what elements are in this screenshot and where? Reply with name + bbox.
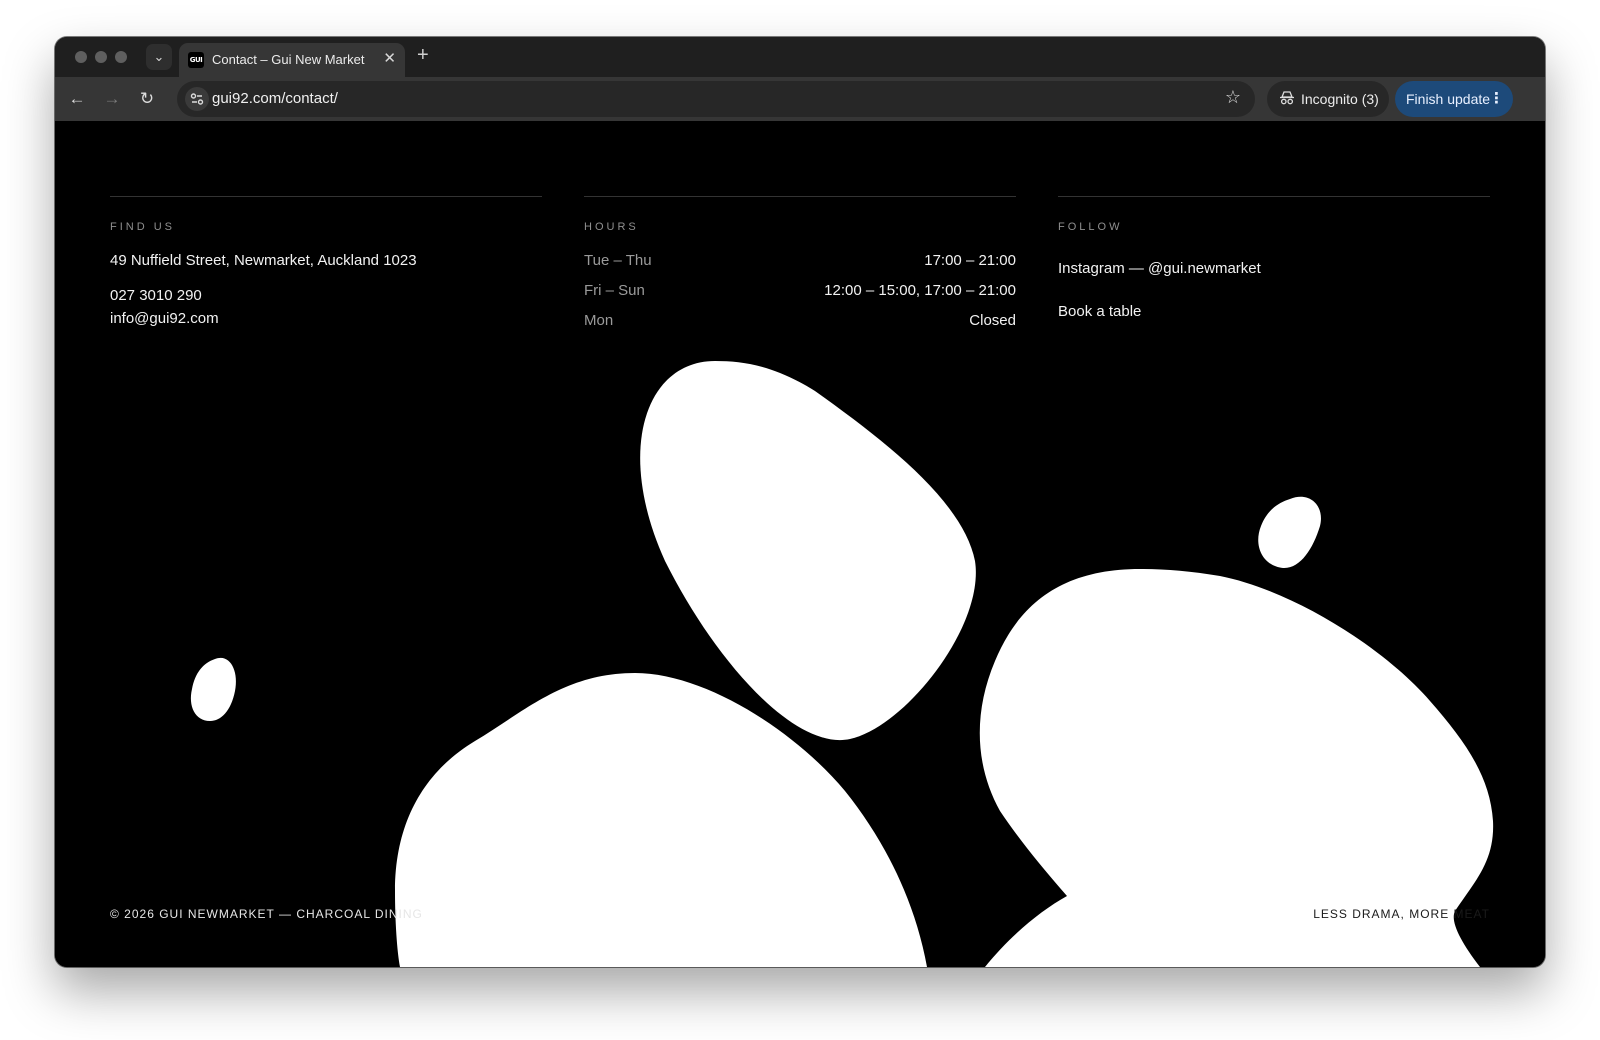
more-vertical-icon: ⋮ (1489, 90, 1504, 107)
new-tab-button[interactable]: + (417, 44, 429, 67)
blob-small-left (190, 657, 236, 721)
reload-button[interactable]: ↻ (134, 86, 160, 112)
forward-button[interactable]: → (99, 86, 125, 112)
arrow-right-icon: → (103, 89, 121, 108)
tab-active[interactable]: GUI Contact – Gui New Market ✕ (179, 43, 405, 77)
find-us-section: FIND US 49 Nuffield Street, Newmarket, A… (110, 196, 542, 327)
hours-heading: HOURS (584, 221, 639, 233)
reload-icon: ↻ (139, 89, 155, 108)
blob-small-right (1258, 496, 1321, 569)
page-content: FIND US 49 Nuffield Street, Newmarket, A… (55, 121, 1545, 967)
tune-icon (190, 93, 204, 105)
site-settings-button[interactable] (185, 87, 209, 111)
incognito-button[interactable]: Incognito (3) (1267, 81, 1389, 117)
decorative-blobs (190, 361, 1494, 967)
maximize-window-button[interactable] (115, 51, 127, 63)
tab-search-button[interactable]: ⌄ (146, 44, 172, 70)
hours-time: 17:00 – 21:00 (924, 252, 1016, 269)
email-link[interactable]: info@gui92.com (110, 310, 219, 327)
toolbar: ← → ↻ gui92.com/contact/ ☆ Incognito (3)… (55, 77, 1545, 121)
finish-update-label: Finish update (1406, 91, 1491, 107)
url-text[interactable]: gui92.com/contact/ (212, 90, 338, 107)
footer-tagline: LESS DRAMA, MORE MEAT (1313, 907, 1490, 921)
browser-window: ⌄ GUI Contact – Gui New Market ✕ + ← → ↻ (55, 37, 1545, 967)
chevron-down-icon: ⌄ (153, 49, 165, 64)
book-table-link[interactable]: Book a table (1058, 303, 1141, 320)
follow-heading: FOLLOW (1058, 221, 1123, 233)
incognito-icon (1280, 91, 1294, 105)
hours-day: Fri – Sun (584, 282, 645, 299)
tab-bar: ⌄ GUI Contact – Gui New Market ✕ + (55, 37, 1545, 77)
footer-copyright: © 2026 GUI NEWMARKET — CHARCOAL DINING (110, 907, 423, 921)
back-button[interactable]: ← (64, 86, 90, 112)
hours-time: 12:00 – 15:00, 17:00 – 21:00 (824, 282, 1016, 299)
arrow-left-icon: ← (68, 89, 86, 108)
instagram-link[interactable]: Instagram — @gui.newmarket (1058, 260, 1261, 277)
find-us-heading: FIND US (110, 221, 175, 233)
address-text: 49 Nuffield Street, Newmarket, Auckland … (110, 252, 417, 269)
tab-title: Contact – Gui New Market (212, 52, 365, 67)
incognito-label: Incognito (3) (1301, 91, 1379, 107)
finish-update-button[interactable]: Finish update ⋮ (1395, 81, 1513, 117)
close-icon[interactable]: ✕ (383, 49, 396, 67)
minimize-window-button[interactable] (95, 51, 107, 63)
hours-day: Tue – Thu (584, 252, 652, 269)
phone-link[interactable]: 027 3010 290 (110, 287, 202, 304)
address-bar[interactable]: gui92.com/contact/ ☆ (177, 81, 1255, 117)
favicon-icon: GUI (188, 52, 204, 68)
hours-section: HOURS Tue – Thu 17:00 – 21:00 Fri – Sun … (584, 196, 1016, 329)
hours-day: Mon (584, 312, 614, 329)
bookmark-star-icon[interactable]: ☆ (1225, 87, 1241, 108)
hours-time: Closed (969, 312, 1016, 329)
close-window-button[interactable] (75, 51, 87, 63)
follow-section: FOLLOW Instagram — @gui.newmarket Book a… (1058, 196, 1490, 320)
